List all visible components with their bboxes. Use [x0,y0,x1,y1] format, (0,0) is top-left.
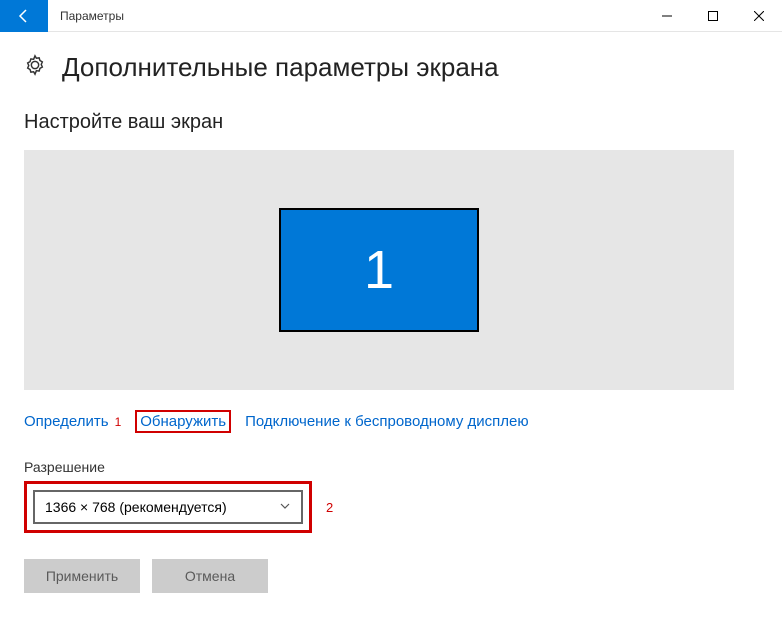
monitor-1[interactable]: 1 [279,208,479,332]
chevron-down-icon [279,500,291,515]
resolution-row: 1366 × 768 (рекомендуется) 2 [24,481,758,533]
titlebar: Параметры [0,0,782,32]
apply-button[interactable]: Применить [24,559,140,593]
monitor-preview-area[interactable]: 1 [24,150,734,390]
apply-label: Применить [46,568,118,584]
detect-link[interactable]: Обнаружить [140,413,226,430]
resolution-dropdown[interactable]: 1366 × 768 (рекомендуется) [33,490,303,524]
maximize-button[interactable] [690,0,736,32]
monitor-number: 1 [364,239,394,301]
window-controls [644,0,782,32]
section-title: Настройте ваш экран [24,111,758,134]
back-button[interactable] [0,0,48,32]
annotation-highlight-detect: Обнаружить [135,410,231,433]
action-buttons: Применить Отмена [24,559,758,593]
window-title: Параметры [48,9,124,23]
resolution-value: 1366 × 768 (рекомендуется) [45,499,227,515]
close-button[interactable] [736,0,782,32]
annotation-highlight-resolution: 1366 × 768 (рекомендуется) [24,481,312,533]
wireless-display-link[interactable]: Подключение к беспроводному дисплею [245,413,529,430]
cancel-button[interactable]: Отмена [152,559,268,593]
content-area: Дополнительные параметры экрана Настройт… [0,32,782,613]
annotation-1: 1 [115,415,122,429]
page-header: Дополнительные параметры экрана [24,52,758,83]
resolution-label: Разрешение [24,459,758,475]
gear-icon [24,54,46,81]
identify-link[interactable]: Определить [24,413,109,430]
cancel-label: Отмена [185,568,235,584]
annotation-2: 2 [326,500,333,515]
display-links: Определить 1 Обнаружить Подключение к бе… [24,410,758,433]
minimize-button[interactable] [644,0,690,32]
page-title: Дополнительные параметры экрана [62,52,499,83]
